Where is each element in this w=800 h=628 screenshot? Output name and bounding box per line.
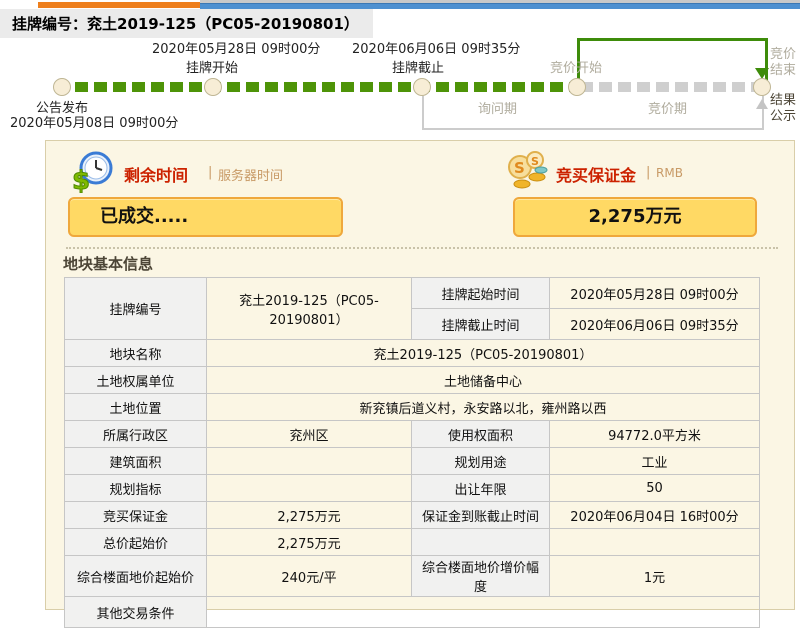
field-value: 2020年06月04日 16时00分: [550, 502, 760, 529]
clock-money-icon: $: [68, 149, 116, 193]
field-label: 总价起始价: [65, 529, 207, 556]
field-value: 兖土2019-125（PC05-20190801）: [207, 340, 760, 367]
field-value: 50: [550, 475, 760, 502]
field-label: 挂牌编号: [65, 278, 207, 340]
node-bidding-end: [753, 78, 771, 96]
field-label: 竞买保证金: [65, 502, 207, 529]
field-value: 2,275万元: [207, 529, 412, 556]
field-label: 使用权面积: [412, 421, 550, 448]
field-value: [207, 475, 412, 502]
field-label: 挂牌起始时间: [412, 278, 550, 309]
money-bags-icon: S S: [504, 147, 550, 193]
field-label: 出让年限: [412, 475, 550, 502]
timeline: 2020年05月28日 09时00分 挂牌开始 2020年06月06日 09时3…: [0, 32, 800, 140]
table-row: 竞买保证金 2,275万元 保证金到账截止时间 2020年06月04日 16时0…: [65, 502, 760, 529]
field-label: 其他交易条件: [65, 597, 207, 628]
divider: |: [208, 165, 212, 180]
arrow-up-icon: [756, 99, 768, 109]
field-label: 挂牌截止时间: [412, 309, 550, 340]
deal-status-box: 已成交.....: [68, 197, 343, 237]
section-title: 地块基本信息: [63, 253, 153, 274]
listing-start-label: 挂牌开始: [186, 57, 238, 76]
table-row: 总价起始价 2,275万元: [65, 529, 760, 556]
parcel-info-table: 挂牌编号 兖土2019-125（PC05-20190801） 挂牌起始时间 20…: [64, 277, 760, 628]
table-row: 挂牌编号 兖土2019-125（PC05-20190801） 挂牌起始时间 20…: [65, 278, 760, 309]
field-label: 综合楼面地价起始价: [65, 556, 207, 597]
timeline-track-pending: [580, 82, 770, 92]
field-value: 土地储备中心: [207, 367, 760, 394]
inquiry-period-label: 询问期: [478, 98, 517, 117]
deposit-amount-box: 2,275万元: [513, 197, 757, 237]
server-time-label: 服务器时间: [218, 165, 283, 184]
field-value-empty: [550, 529, 760, 556]
svg-text:S: S: [531, 155, 539, 168]
table-row: 土地位置 新兖镇后道义村，永安路以北，雍州路以西: [65, 394, 760, 421]
field-label: 地块名称: [65, 340, 207, 367]
field-label: 土地位置: [65, 394, 207, 421]
node-bidding-start: [568, 78, 586, 96]
svg-text:S: S: [514, 159, 525, 177]
table-row: 规划指标 出让年限 50: [65, 475, 760, 502]
inquiry-window-bracket: [422, 96, 764, 130]
field-value: 工业: [550, 448, 760, 475]
table-row: 建筑面积 规划用途 工业: [65, 448, 760, 475]
remaining-time-label: 剩余时间: [124, 162, 188, 186]
table-row: 地块名称 兖土2019-125（PC05-20190801）: [65, 340, 760, 367]
table-row: 综合楼面地价起始价 240元/平 综合楼面地价增价幅度 1元: [65, 556, 760, 597]
bidding-start-label: 竞价开始: [550, 57, 602, 76]
field-label: 综合楼面地价增价幅度: [412, 556, 550, 597]
field-label: 规划指标: [65, 475, 207, 502]
section-divider: [66, 247, 778, 249]
field-value: 新兖镇后道义村，永安路以北，雍州路以西: [207, 394, 760, 421]
top-accent-bar-orange: [38, 2, 200, 8]
field-value: 94772.0平方米: [550, 421, 760, 448]
listing-end-date: 2020年06月06日 09时35分: [352, 38, 520, 57]
node-announce: [53, 78, 71, 96]
field-value: 兖土2019-125（PC05-20190801）: [207, 278, 412, 340]
svg-text:$: $: [72, 166, 90, 193]
bidding-window-bracket: [577, 38, 768, 83]
field-label: 保证金到账截止时间: [412, 502, 550, 529]
field-value: 2,275万元: [207, 502, 412, 529]
bidding-end-label: 竞价结束: [770, 47, 799, 79]
currency-label: RMB: [656, 166, 683, 180]
auction-panel: $ 剩余时间 | 服务器时间 S S 竞买保证金 | RMB 已成交..... …: [45, 140, 795, 610]
field-value: 兖州区: [207, 421, 412, 448]
field-label: 所属行政区: [65, 421, 207, 448]
field-label: 建筑面积: [65, 448, 207, 475]
table-row: 所属行政区 兖州区 使用权面积 94772.0平方米: [65, 421, 760, 448]
table-row: 土地权属单位 土地储备中心: [65, 367, 760, 394]
field-value: 240元/平: [207, 556, 412, 597]
announce-date: 2020年05月08日 09时00分: [10, 112, 178, 131]
field-value: 1元: [550, 556, 760, 597]
field-label-empty: [412, 529, 550, 556]
field-value: [207, 597, 760, 628]
node-listing-start: [204, 78, 222, 96]
field-value: [207, 448, 412, 475]
field-label: 土地权属单位: [65, 367, 207, 394]
divider: |: [646, 165, 650, 180]
deposit-title: 竞买保证金: [556, 162, 636, 186]
listing-end-label: 挂牌截止: [392, 57, 444, 76]
result-publicity-label: 结果公示: [770, 93, 799, 125]
listing-start-date: 2020年05月28日 09时00分: [152, 38, 320, 57]
field-value: 2020年05月28日 09时00分: [550, 278, 760, 309]
table-row: 其他交易条件: [65, 597, 760, 628]
node-listing-end: [413, 78, 431, 96]
bidding-period-label: 竞价期: [648, 98, 687, 117]
field-value: 2020年06月06日 09时35分: [550, 309, 760, 340]
field-label: 规划用途: [412, 448, 550, 475]
timeline-track-active: [56, 82, 580, 92]
